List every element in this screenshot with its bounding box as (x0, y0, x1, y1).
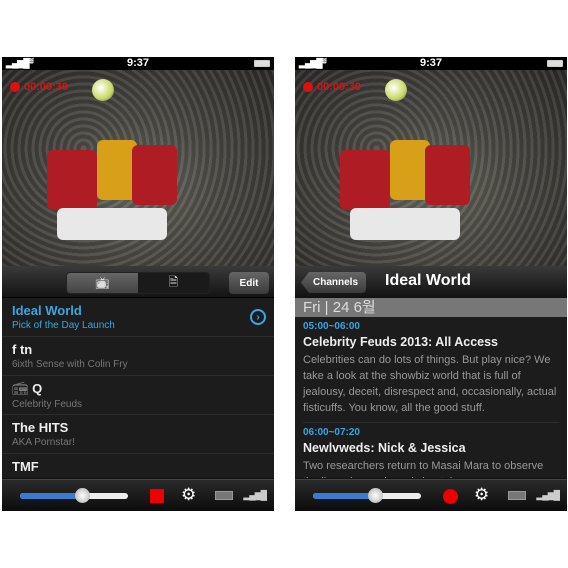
bottom-bar: ⚙ ▂▄▆█ (295, 479, 567, 511)
phone-channel-list: ▂▄▆█ ≋ 9:37 00:00:30 📺︎ 🗎 Edit Ideal Wor… (2, 57, 274, 511)
slider-knob[interactable] (74, 488, 90, 503)
battery-icon (547, 60, 563, 67)
channel-item[interactable]: The HITS AKA Pornstar! (2, 415, 274, 454)
channel-program: AKA Pornstar! (12, 437, 75, 448)
guide-tab[interactable]: 🗎 (138, 273, 209, 293)
program-title: Celebrity Feuds 2013: All Access (303, 335, 498, 349)
recording-indicator: 00:00:30 (303, 81, 361, 93)
signal-strength-icon: ▂▄▆█ (536, 490, 560, 500)
toolbar: 📺︎ 🗎 Edit (2, 266, 274, 298)
channel-program: Pick of the Day Launch (12, 320, 115, 331)
channel-name: f tn (12, 342, 33, 357)
program-time: 05:00~06:00 (303, 321, 360, 332)
channel-item[interactable]: TMF (2, 454, 274, 478)
volume-slider[interactable] (20, 488, 128, 503)
channel-program: 6ixth Sense with Colin Fry (12, 359, 128, 370)
back-button[interactable]: Channels (301, 272, 367, 293)
tv-icon: 📺︎ (94, 276, 111, 290)
battery-charge-icon (215, 491, 233, 500)
program-item[interactable]: 05:00~06:00 Celebrity Feuds 2013: All Acc… (303, 317, 559, 423)
channel-list: Ideal World Pick of the Day Launch › f tn 6… (2, 298, 274, 478)
status-bar: ▂▄▆█ ≋ 9:37 (295, 57, 567, 70)
ball (385, 79, 407, 101)
bottom-bar: ⚙ ▂▄▆█ (2, 479, 274, 511)
channel-name: Ideal World (12, 303, 82, 318)
chevron-right-circle-icon[interactable]: › (250, 309, 266, 325)
program-list: 05:00~06:00 Celebrity Feuds 2013: All Acc… (295, 317, 567, 478)
slider-knob[interactable] (367, 488, 383, 503)
program-description: Two researchers return to Masai Mara to … (303, 460, 544, 478)
record-button[interactable] (443, 489, 458, 504)
phone-program-detail: ▂▄▆█ ≋ 9:37 00:00:30 Channels Ideal Worl… (295, 57, 567, 511)
video-player[interactable]: 00:00:30 (295, 70, 567, 266)
channel-item[interactable]: Ideal World Pick of the Day Launch › (2, 298, 274, 337)
battery-charge-icon (508, 491, 526, 500)
volume-slider[interactable] (313, 488, 421, 503)
tv-tab[interactable]: 📺︎ (67, 273, 138, 293)
program-title: Newlvweds: Nick & Jessica (303, 441, 466, 455)
edit-button[interactable]: Edit (229, 272, 269, 294)
record-dot-icon (303, 82, 313, 92)
program-item[interactable]: 06:00~07:20 Newlvweds: Nick & Jessica Two … (303, 423, 559, 478)
clock: 9:37 (419, 57, 443, 69)
date-header: Fri | 24 6월 (295, 298, 567, 317)
channel-name: TMF (12, 459, 39, 474)
signal-strength-icon: ▂▄▆█ (243, 490, 267, 500)
gear-icon[interactable]: ⚙ (181, 485, 196, 505)
recording-indicator: 00:00:30 (10, 81, 68, 93)
channel-program: Celebrity Feuds (12, 399, 83, 410)
channel-name: Q (32, 381, 43, 396)
page-title: Ideal World (385, 272, 471, 289)
stop-button[interactable] (150, 489, 164, 503)
clock: 9:37 (126, 57, 150, 69)
program-description: Celebrities can do lots of things. But p… (303, 354, 557, 414)
channel-item[interactable]: f tn 6ixth Sense with Colin Fry (2, 337, 274, 376)
battery-icon (254, 60, 270, 67)
channel-item[interactable]: 📻︎ Q Celebrity Feuds (2, 376, 274, 415)
program-time: 06:00~07:20 (303, 427, 360, 438)
view-segmented-control[interactable]: 📺︎ 🗎 (66, 272, 210, 294)
recording-time: 00:00:30 (317, 81, 362, 93)
nav-bar: Channels Ideal World (295, 266, 567, 298)
document-icon: 🗎 (168, 274, 179, 289)
record-dot-icon (10, 82, 20, 92)
recording-time: 00:00:30 (24, 81, 69, 93)
gear-icon[interactable]: ⚙ (474, 485, 489, 505)
radio-icon: 📻︎ (12, 381, 33, 396)
ball (92, 79, 114, 101)
channel-name: The HITS (12, 420, 69, 435)
status-bar: ▂▄▆█ ≋ 9:37 (2, 57, 274, 70)
video-player[interactable]: 00:00:30 (2, 70, 274, 266)
